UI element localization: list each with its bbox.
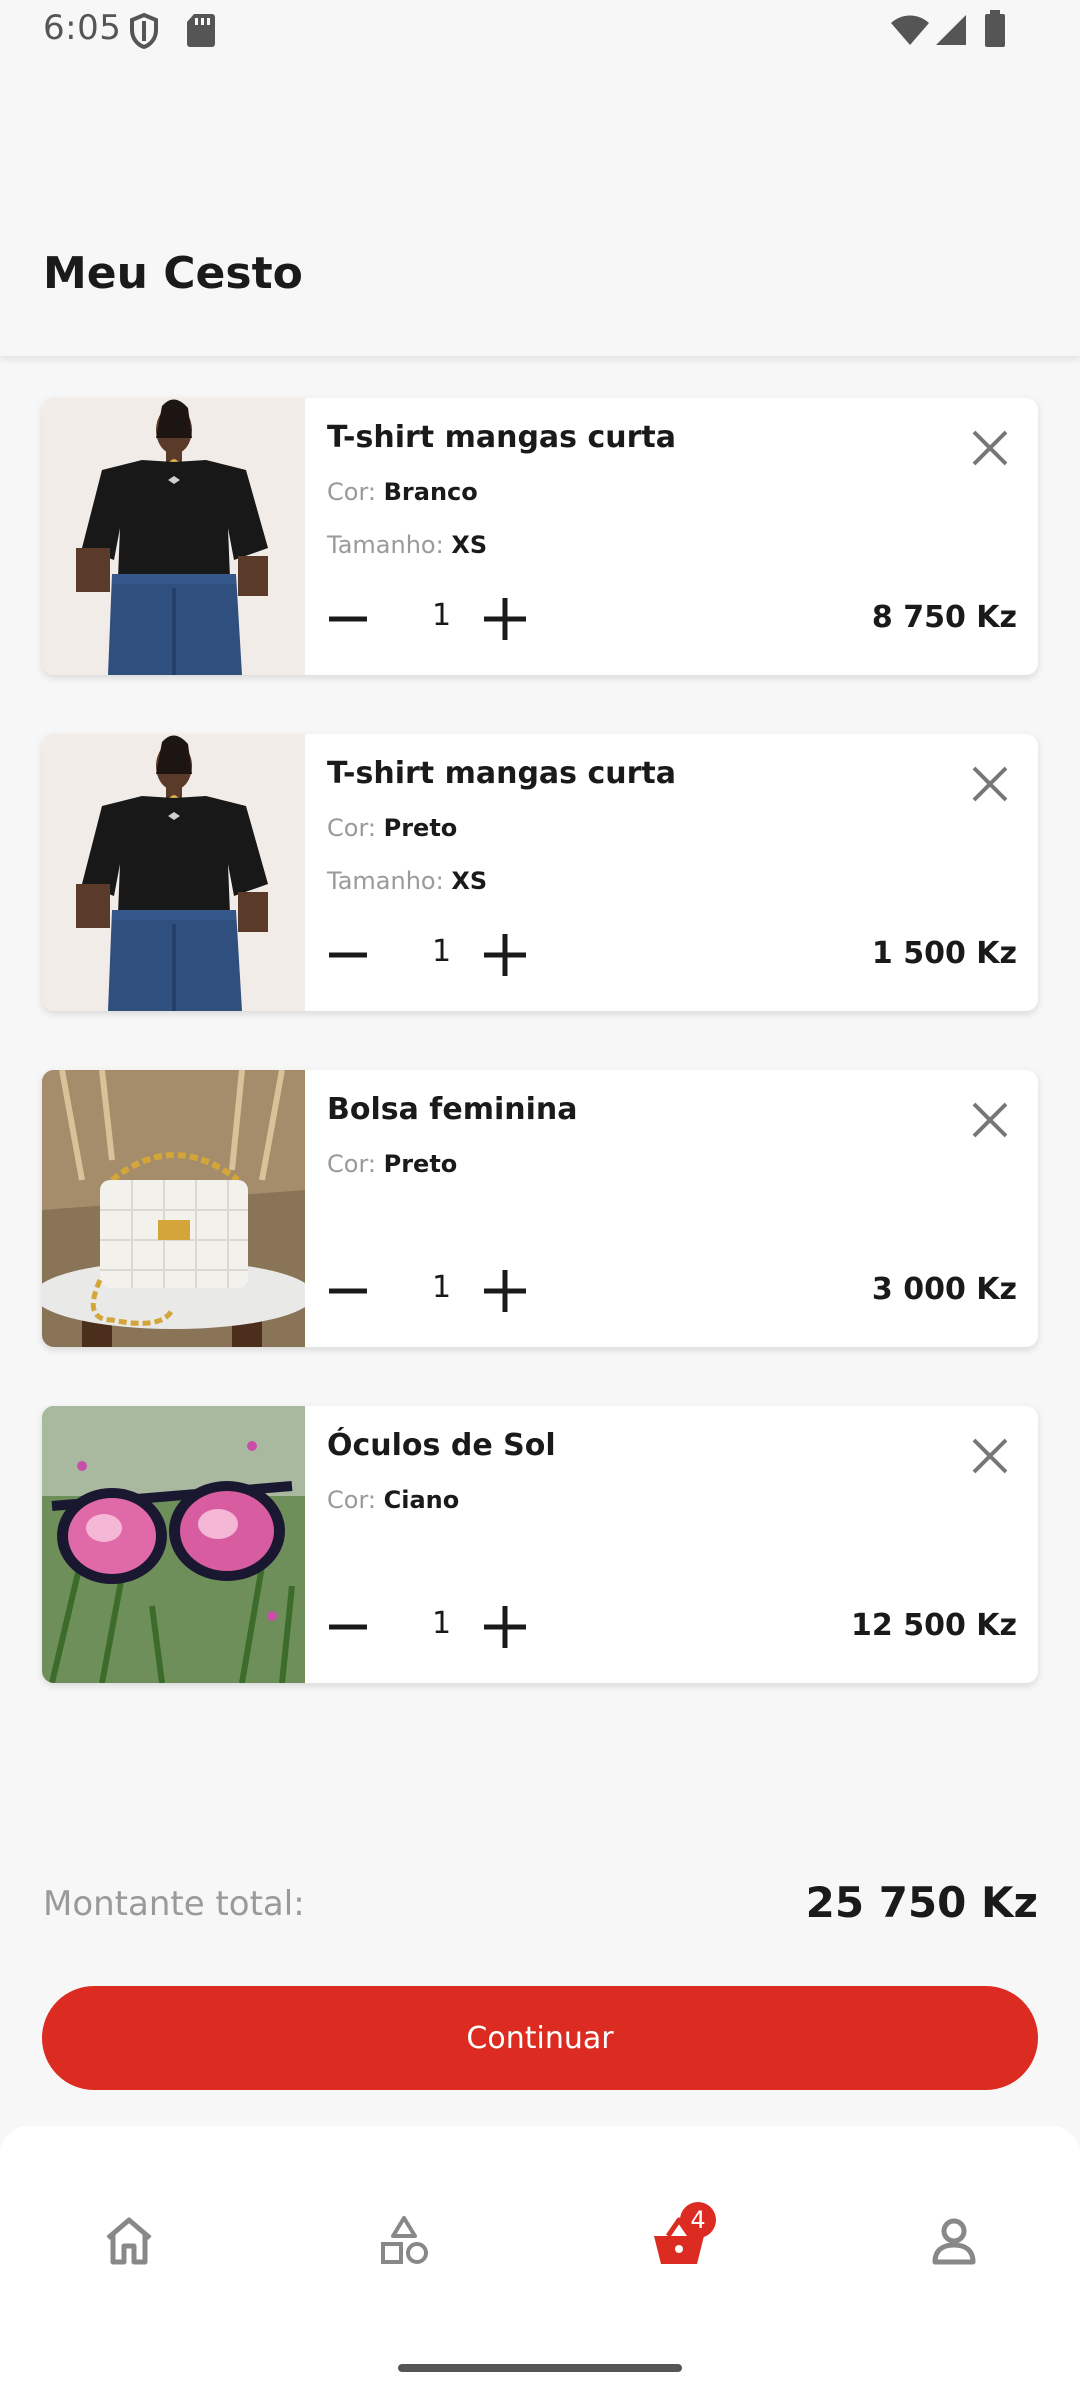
quantity-value: 1: [432, 1270, 452, 1305]
size-label: Tamanho:: [327, 531, 444, 559]
wifi-icon: [890, 14, 930, 50]
color-value: Ciano: [383, 1486, 460, 1514]
sunglasses-photo: [42, 1406, 305, 1683]
quantity-stepper: 1 12 500 Kz: [327, 1596, 1027, 1656]
cart-item-card: T-shirt mangas curta Cor: Preto Tamanho:…: [42, 734, 1038, 1011]
sd-card-icon: [186, 12, 216, 52]
close-icon: [972, 1438, 1008, 1474]
quantity-stepper: 1 3 000 Kz: [327, 1260, 1027, 1320]
home-icon: [106, 2217, 152, 2265]
increase-quantity-button[interactable]: [482, 932, 528, 978]
color-label: Cor:: [327, 814, 376, 842]
quantity-value: 1: [432, 934, 452, 969]
item-color: Cor: Preto: [327, 1150, 457, 1178]
quantity-value: 1: [432, 598, 452, 633]
remove-item-button[interactable]: [970, 428, 1010, 468]
close-icon: [972, 1102, 1008, 1138]
bottom-navigation: 4: [0, 2126, 1080, 2400]
status-bar: 6:05: [0, 0, 1080, 70]
categories-icon: [381, 2216, 428, 2264]
cart-count-badge: 4: [680, 2202, 716, 2238]
item-price: 12 500 Kz: [851, 1608, 1017, 1643]
item-color: Cor: Preto: [327, 814, 457, 842]
remove-item-button[interactable]: [970, 1100, 1010, 1140]
remove-item-button[interactable]: [970, 764, 1010, 804]
item-size: Tamanho: XS: [327, 867, 487, 895]
cart-item-card: Bolsa feminina Cor: Preto 1 3 000 Kz: [42, 1070, 1038, 1347]
decrease-quantity-button[interactable]: [327, 598, 369, 640]
profile-icon: [932, 2218, 976, 2265]
color-label: Cor:: [327, 478, 376, 506]
size-value: XS: [451, 531, 488, 559]
shield-icon: [128, 12, 160, 54]
plus-icon: [484, 598, 526, 640]
nav-profile[interactable]: [913, 2202, 993, 2282]
increase-quantity-button[interactable]: [482, 1268, 528, 1314]
item-name: Óculos de Sol: [327, 1428, 556, 1463]
increase-quantity-button[interactable]: [482, 1604, 528, 1650]
home-indicator[interactable]: [398, 2364, 682, 2372]
color-value: Preto: [383, 814, 458, 842]
size-label: Tamanho:: [327, 867, 444, 895]
item-color: Cor: Ciano: [327, 1486, 459, 1514]
item-name: T-shirt mangas curta: [327, 756, 676, 791]
plus-icon: [484, 934, 526, 976]
signal-icon: [934, 14, 968, 50]
total-value: 25 750 Kz: [805, 1878, 1038, 1927]
tshirt-photo: [42, 398, 305, 675]
minus-icon: [329, 1624, 367, 1630]
increase-quantity-button[interactable]: [482, 596, 528, 642]
tshirt-photo: [42, 734, 305, 1011]
nav-home[interactable]: [88, 2202, 168, 2282]
plus-icon: [484, 1606, 526, 1648]
item-name: Bolsa feminina: [327, 1092, 578, 1127]
decrease-quantity-button[interactable]: [327, 934, 369, 976]
cart-item-card: T-shirt mangas curta Cor: Branco Tamanho…: [42, 398, 1038, 675]
color-label: Cor:: [327, 1150, 376, 1178]
cart-item-list: T-shirt mangas curta Cor: Branco Tamanho…: [42, 398, 1038, 1742]
quantity-stepper: 1 8 750 Kz: [327, 588, 1027, 648]
app-header: 6:05 Meu Cesto: [0, 0, 1080, 356]
nav-categories[interactable]: [363, 2202, 443, 2282]
total-label: Montante total:: [43, 1884, 305, 1924]
item-price: 1 500 Kz: [871, 936, 1017, 971]
status-time: 6:05: [43, 8, 122, 48]
page-title: Meu Cesto: [43, 248, 303, 299]
size-value: XS: [451, 867, 488, 895]
nav-cart[interactable]: 4: [638, 2202, 718, 2282]
item-price: 8 750 Kz: [871, 600, 1017, 635]
quantity-stepper: 1 1 500 Kz: [327, 924, 1027, 984]
battery-icon: [984, 10, 1006, 52]
color-label: Cor:: [327, 1486, 376, 1514]
item-name: T-shirt mangas curta: [327, 420, 676, 455]
color-value: Branco: [383, 478, 478, 506]
item-size: Tamanho: XS: [327, 531, 487, 559]
color-value: Preto: [383, 1150, 458, 1178]
minus-icon: [329, 952, 367, 958]
cart-item-card: Óculos de Sol Cor: Ciano 1 12 500 Kz: [42, 1406, 1038, 1683]
item-color: Cor: Branco: [327, 478, 478, 506]
item-price: 3 000 Kz: [871, 1272, 1017, 1307]
minus-icon: [329, 1288, 367, 1294]
decrease-quantity-button[interactable]: [327, 1606, 369, 1648]
remove-item-button[interactable]: [970, 1436, 1010, 1476]
handbag-photo: [42, 1070, 314, 1347]
quantity-value: 1: [432, 1606, 452, 1641]
plus-icon: [484, 1270, 526, 1312]
minus-icon: [329, 616, 367, 622]
continue-button[interactable]: Continuar: [42, 1986, 1038, 2090]
close-icon: [972, 766, 1008, 802]
close-icon: [972, 430, 1008, 466]
decrease-quantity-button[interactable]: [327, 1270, 369, 1312]
